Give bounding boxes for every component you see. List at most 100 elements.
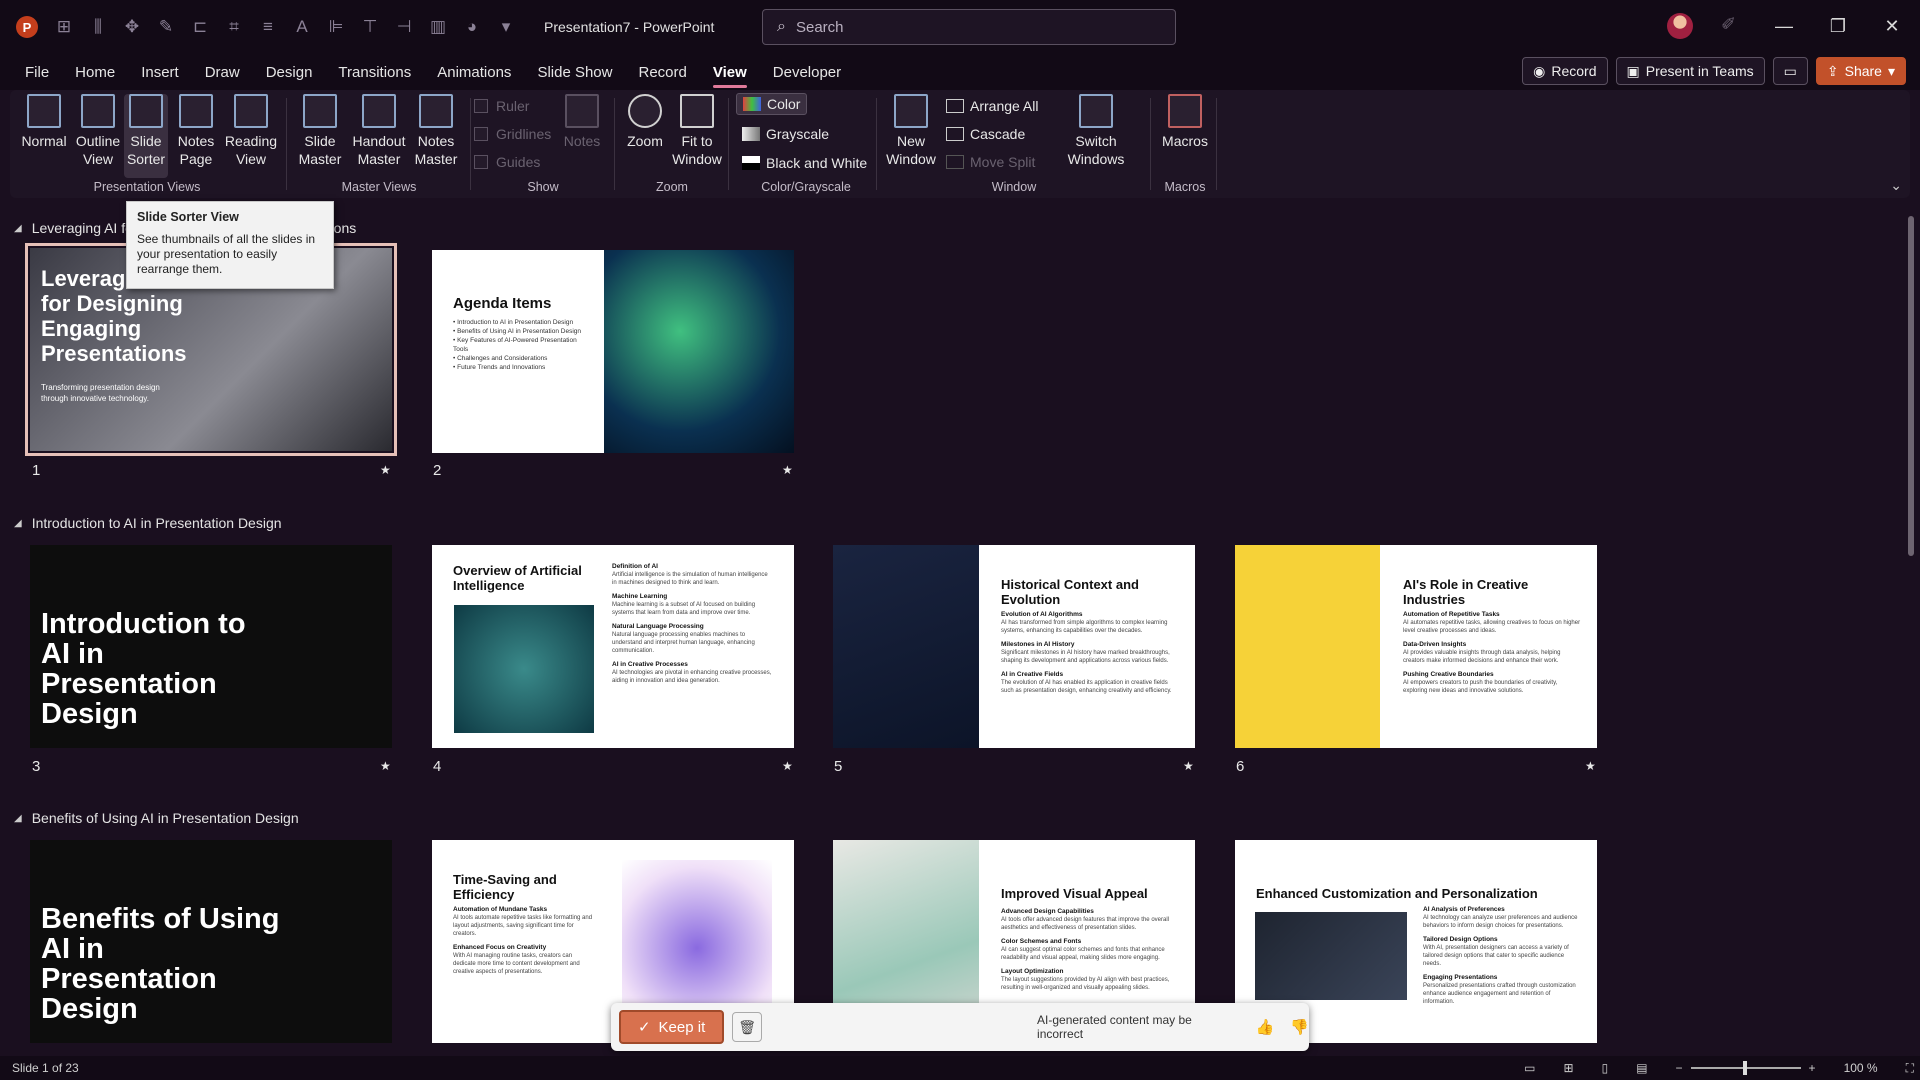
zoom-out-icon[interactable]: − [1676, 1061, 1683, 1075]
tab-view[interactable]: View [700, 54, 760, 90]
reading-view-status-icon[interactable]: ▯ [1602, 1061, 1609, 1075]
tab-home[interactable]: Home [62, 54, 128, 90]
tab-record[interactable]: Record [625, 54, 699, 90]
fit-slide-icon[interactable]: ⛶ [1906, 1061, 1914, 1076]
share-label: Share [1844, 63, 1882, 79]
interface-image [1255, 912, 1407, 1000]
section-header[interactable]: ◢ Benefits of Using AI in Presentation D… [14, 810, 299, 826]
tab-developer[interactable]: Developer [760, 54, 854, 90]
search-input[interactable]: ⌕ Search [762, 9, 1176, 45]
slide-title: Enhanced Customization and Personalizati… [1256, 886, 1538, 901]
notes-master-button[interactable]: Notes Master [412, 94, 460, 168]
resize-icon[interactable]: ⊏ [186, 13, 214, 41]
teams-icon: ▣ [1626, 62, 1640, 79]
zoom-thumb[interactable] [1742, 1061, 1747, 1075]
distribute-icon[interactable]: ⫼ [84, 13, 112, 41]
gridlines-checkbox[interactable]: Gridlines [474, 126, 551, 142]
notes-button[interactable]: Notes [560, 94, 604, 150]
arrange-all-button[interactable]: Arrange All [946, 98, 1038, 114]
slide-thumbnail[interactable]: Introduction to AI in Presentation Desig… [30, 545, 392, 748]
outline-view-button[interactable]: Outline View [74, 94, 122, 168]
tab-slide-show[interactable]: Slide Show [524, 54, 625, 90]
shapes-icon[interactable]: ◕ [458, 13, 486, 41]
reading-view-button[interactable]: Reading View [222, 94, 280, 168]
zoom-button[interactable]: Zoom [624, 94, 666, 150]
fit-to-window-button[interactable]: Fit to Window [672, 94, 722, 168]
tab-transitions[interactable]: Transitions [325, 54, 424, 90]
draw-pen-icon[interactable]: ✎ [152, 13, 180, 41]
zoom-track[interactable] [1690, 1061, 1801, 1075]
zoom-level[interactable]: 100 % [1844, 1061, 1878, 1075]
tab-design[interactable]: Design [253, 54, 326, 90]
align-top-icon[interactable]: ⊤ [356, 13, 384, 41]
notes-page-icon [179, 94, 213, 128]
new-window-button[interactable]: New Window [886, 94, 936, 168]
crop-icon[interactable]: ⌗ [220, 13, 248, 41]
slide-thumbnail[interactable]: Agenda Items Introduction to AI in Prese… [432, 250, 794, 453]
present-in-teams-button[interactable]: ▣ Present in Teams [1615, 57, 1765, 85]
slide-thumbnail[interactable]: Benefits of Using AI in Presentation Des… [30, 840, 392, 1043]
collapse-triangle-icon[interactable]: ◢ [14, 813, 22, 824]
tab-file[interactable]: File [12, 54, 62, 90]
normal-view-button[interactable]: Normal [21, 94, 67, 150]
avatar[interactable] [1667, 13, 1693, 39]
text-format-icon[interactable]: A [288, 13, 316, 41]
slide-sorter-status-icon[interactable]: ⊞ [1564, 1061, 1574, 1075]
black-and-white-button[interactable]: Black and White [742, 155, 867, 171]
section-header[interactable]: ◢ Introduction to AI in Presentation Des… [14, 515, 282, 531]
zoom-in-icon[interactable]: + [1809, 1061, 1816, 1075]
color-button[interactable]: Color [736, 93, 808, 115]
notes-page-button[interactable]: Notes Page [174, 94, 218, 168]
zoom-group-label: Zoom [656, 180, 688, 194]
chart-icon[interactable]: ▥ [424, 13, 452, 41]
move-icon[interactable]: ✥ [118, 13, 146, 41]
point-heading: Advanced Design Capabilities [1001, 908, 1094, 915]
minimize-icon[interactable]: — [1764, 10, 1804, 42]
tab-draw[interactable]: Draw [192, 54, 253, 90]
customize-qat-icon[interactable]: ▾ [492, 13, 520, 41]
zoom-slider[interactable]: − + [1676, 1061, 1816, 1075]
align-left-icon[interactable]: ⊫ [322, 13, 350, 41]
notes-master-icon [419, 94, 453, 128]
scrollbar-thumb[interactable] [1908, 216, 1914, 556]
designer-pen-icon[interactable]: ✐ [1721, 14, 1736, 35]
thumbs-down-icon[interactable]: 👎 [1290, 1018, 1309, 1036]
new-window-icon [894, 94, 928, 128]
collapse-triangle-icon[interactable]: ◢ [14, 518, 22, 529]
thumbs-up-icon[interactable]: 👍 [1256, 1018, 1275, 1036]
record-button[interactable]: ◉ Record [1522, 57, 1608, 85]
ruler-checkbox[interactable]: Ruler [474, 98, 529, 114]
show-label: Show [527, 180, 559, 194]
close-icon[interactable]: ✕ [1872, 10, 1912, 42]
keep-it-button[interactable]: ✓ Keep it [619, 1010, 725, 1044]
normal-view-status-icon[interactable]: ▭ [1524, 1061, 1535, 1075]
slideshow-status-icon[interactable]: ▤ [1636, 1061, 1647, 1075]
text-align-icon[interactable]: ≡ [254, 13, 282, 41]
slide-thumbnail[interactable]: Historical Context and Evolution Evoluti… [833, 545, 1195, 748]
restore-icon[interactable]: ❐ [1818, 10, 1858, 42]
slide-thumbnail[interactable]: Overview of Artificial Intelligence Defi… [432, 545, 794, 748]
switch-windows-button[interactable]: Switch Windows [1064, 94, 1128, 168]
align-icon[interactable]: ⊞ [50, 13, 78, 41]
share-button[interactable]: ⇪ Share ▾ [1815, 57, 1906, 85]
guides-checkbox[interactable]: Guides [474, 154, 540, 170]
slide-sorter-button[interactable]: Slide Sorter [124, 94, 168, 178]
cascade-button[interactable]: Cascade [946, 126, 1025, 142]
tab-animations[interactable]: Animations [424, 54, 524, 90]
discard-button[interactable]: 🗑 [732, 1012, 763, 1042]
phone-ui-image [833, 545, 979, 748]
notes-label: Notes [563, 133, 601, 149]
grayscale-button[interactable]: Grayscale [742, 126, 829, 142]
move-split-button[interactable]: Move Split [946, 154, 1035, 170]
handout-master-button[interactable]: Handout Master [350, 94, 408, 168]
comments-button[interactable]: ▭ [1772, 57, 1808, 85]
tab-insert[interactable]: Insert [128, 54, 192, 90]
slide-master-button[interactable]: Slide Master [296, 94, 344, 168]
collapse-ribbon-icon[interactable]: ⌄ [1890, 177, 1902, 194]
window-group-label: Window [991, 180, 1037, 194]
macros-button[interactable]: Macros [1160, 94, 1210, 150]
collapse-triangle-icon[interactable]: ◢ [14, 223, 22, 234]
align-right-icon[interactable]: ⊣ [390, 13, 418, 41]
vertical-scrollbar[interactable] [1906, 206, 1916, 1054]
slide-thumbnail[interactable]: AI's Role in Creative Industries Automat… [1235, 545, 1597, 748]
